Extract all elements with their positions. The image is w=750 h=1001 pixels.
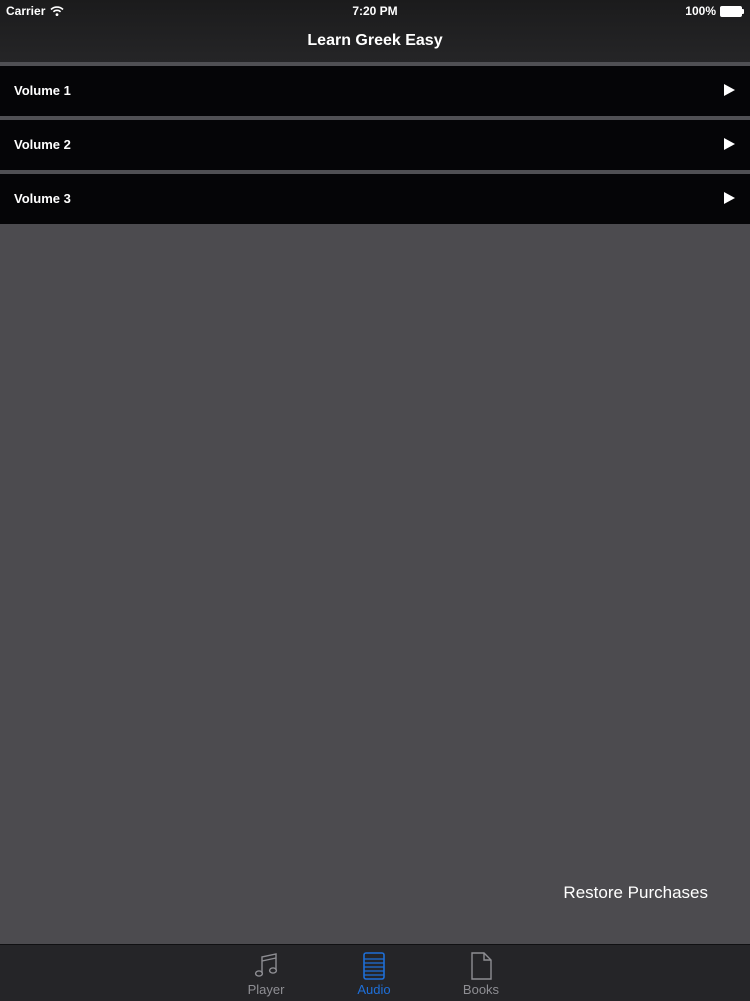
tab-audio[interactable]: Audio (334, 945, 414, 1001)
battery-icon (720, 5, 744, 17)
play-icon (724, 84, 735, 96)
volume-row-2[interactable]: Volume 2 (0, 116, 750, 170)
navigation-bar: Carrier 7:20 PM 100% Learn Greek Easy (0, 0, 750, 62)
tab-label: Player (247, 982, 285, 997)
volume-label: Volume 1 (14, 83, 71, 98)
tab-label: Audio (357, 982, 391, 997)
tab-label: Books (462, 982, 500, 997)
volume-label: Volume 2 (14, 137, 71, 152)
list-icon (363, 952, 385, 980)
volume-row-3[interactable]: Volume 3 (0, 170, 750, 224)
battery-indicator: 100% (685, 4, 744, 18)
tab-bar: Player Audio Books (0, 944, 750, 1001)
battery-percent: 100% (685, 4, 716, 18)
play-icon (724, 138, 735, 150)
document-icon (471, 952, 492, 980)
page-title: Learn Greek Easy (307, 32, 443, 49)
status-bar: Carrier 7:20 PM 100% (0, 0, 750, 22)
tab-books[interactable]: Books (441, 945, 521, 1001)
restore-purchases-button[interactable]: Restore Purchases (563, 883, 708, 903)
music-note-icon (254, 953, 278, 977)
tab-player[interactable]: Player (226, 945, 306, 1001)
play-icon (724, 192, 735, 204)
volume-list: Volume 1 Volume 2 Volume 3 (0, 62, 750, 224)
volume-label: Volume 3 (14, 191, 71, 206)
status-time: 7:20 PM (352, 4, 398, 18)
volume-row-1[interactable]: Volume 1 (0, 62, 750, 116)
